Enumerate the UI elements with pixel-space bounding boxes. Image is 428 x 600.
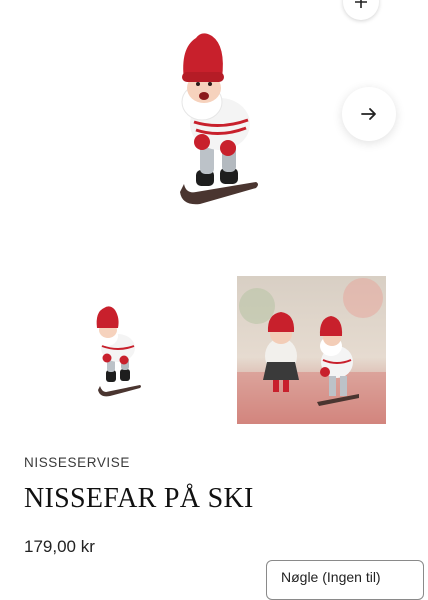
product-brand[interactable]: NISSESERVISE: [24, 455, 130, 470]
main-product-image: [180, 33, 258, 205]
thumbnail-product[interactable]: [80, 300, 150, 400]
next-image-button[interactable]: [342, 87, 396, 141]
arrow-right-icon: [361, 108, 376, 120]
product-gallery: [0, 0, 428, 250]
lifestyle-image: [237, 276, 386, 424]
zoom-button[interactable]: [343, 0, 379, 20]
variant-select[interactable]: Nøgle (Ingen til): [266, 560, 424, 600]
plus-icon: [355, 0, 367, 8]
product-price: 179,00 kr: [24, 537, 95, 556]
product-title: NISSEFAR PÅ SKI: [24, 483, 254, 514]
thumbnail-lifestyle[interactable]: [237, 276, 386, 424]
